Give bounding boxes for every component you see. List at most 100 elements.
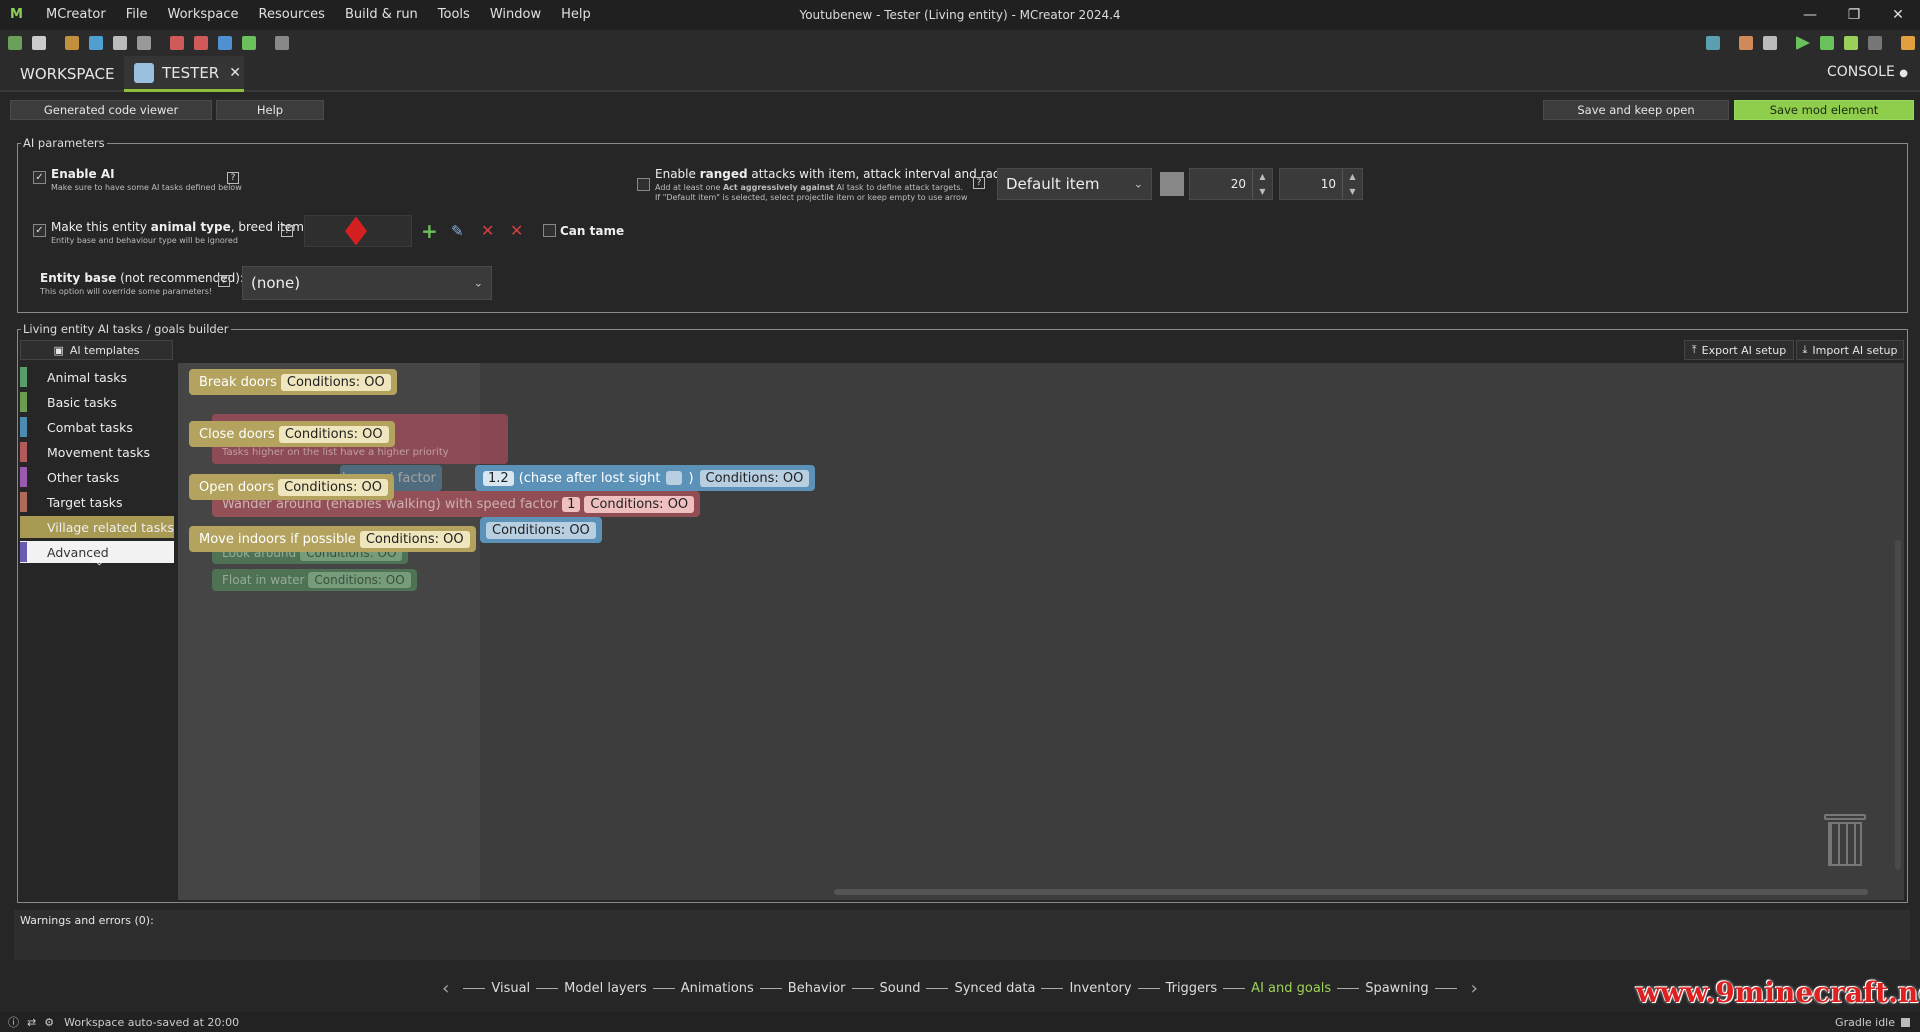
attack-radius-spinner[interactable]: 10 ▲ ▼ — [1279, 168, 1363, 200]
nav-inventory[interactable]: Inventory — [1069, 981, 1131, 996]
chase-checkbox[interactable] — [666, 471, 683, 485]
ranged-attack-checkbox[interactable] — [637, 178, 650, 191]
category-combat-tasks[interactable]: Combat tasks — [20, 416, 174, 438]
flyout-close-doors-block[interactable]: Close doors Conditions: OO — [189, 421, 395, 447]
conditions-field[interactable]: Conditions: OO — [699, 469, 810, 487]
minimize-icon[interactable]: — — [1788, 0, 1832, 30]
animal-type-checkbox[interactable]: ✓ — [33, 224, 46, 237]
network-icon[interactable]: ⇄ — [27, 1016, 36, 1029]
console-tab[interactable]: CONSOLE ● — [1827, 64, 1908, 80]
tab-tester[interactable]: TESTER ✕ — [124, 56, 244, 92]
structure-icon[interactable] — [194, 36, 208, 50]
window-icon[interactable] — [32, 36, 46, 50]
tools-icon[interactable] — [275, 36, 289, 50]
menu-file[interactable]: File — [116, 0, 158, 30]
debug-icon[interactable] — [1820, 36, 1834, 50]
nav-next-icon[interactable]: › — [1471, 978, 1478, 999]
nav-animations[interactable]: Animations — [681, 981, 754, 996]
nav-visual[interactable]: Visual — [491, 981, 530, 996]
flyout-open-doors-block[interactable]: Open doors Conditions: OO — [189, 474, 394, 500]
nav-triggers[interactable]: Triggers — [1166, 981, 1218, 996]
conditions-field[interactable]: Conditions: OO — [278, 478, 388, 496]
edit-item-icon[interactable]: ✎ — [451, 222, 464, 240]
stop-icon[interactable] — [1868, 36, 1882, 50]
nav-spawning[interactable]: Spawning — [1365, 981, 1428, 996]
menu-window[interactable]: Window — [480, 0, 551, 30]
spin-up-icon[interactable]: ▲ — [1259, 172, 1265, 181]
animation-icon[interactable] — [218, 36, 232, 50]
conditions-field[interactable]: Conditions: OO — [584, 495, 695, 513]
nav-sound[interactable]: Sound — [880, 981, 921, 996]
workspace-icon[interactable] — [8, 36, 22, 50]
category-target-tasks[interactable]: Target tasks — [20, 491, 174, 513]
attack-interval-spinner[interactable]: 20 ▲ ▼ — [1189, 168, 1273, 200]
enable-ai-checkbox[interactable]: ✓ — [33, 171, 46, 184]
flyout-move-indoors-block[interactable]: Move indoors if possible Conditions: OO — [189, 526, 476, 552]
combat-block[interactable]: Conditions: OO — [480, 517, 602, 543]
regen-icon[interactable] — [1739, 36, 1753, 50]
horizontal-scrollbar[interactable] — [834, 889, 1868, 895]
run-client-icon[interactable] — [1796, 36, 1810, 50]
nav-behavior[interactable]: Behavior — [788, 981, 846, 996]
build-icon[interactable] — [1763, 36, 1777, 50]
spin-up-icon[interactable]: ▲ — [1349, 172, 1355, 181]
category-other-tasks[interactable]: Other tasks — [20, 466, 174, 488]
help-question-icon[interactable]: ? — [227, 172, 239, 184]
conditions-field[interactable]: Conditions: OO — [486, 521, 596, 539]
save-keep-open-button[interactable]: Save and keep open — [1543, 100, 1729, 120]
gradle-stop-icon[interactable] — [1901, 1017, 1910, 1027]
close-tab-icon[interactable]: ✕ — [229, 65, 241, 81]
category-basic-tasks[interactable]: Basic tasks — [20, 391, 174, 413]
help-question-icon[interactable]: ? — [973, 177, 985, 189]
restore-icon[interactable]: ❐ — [1832, 0, 1876, 30]
run-server-icon[interactable] — [1844, 36, 1858, 50]
nav-synced-data[interactable]: Synced data — [954, 981, 1035, 996]
settings-icon[interactable]: ⚙ — [44, 1016, 54, 1029]
conditions-field[interactable]: Conditions: OO — [359, 530, 470, 548]
menu-resources[interactable]: Resources — [249, 0, 335, 30]
spin-down-icon[interactable]: ▼ — [1349, 187, 1355, 196]
nav-prev-icon[interactable]: ‹ — [442, 978, 449, 999]
code-viewer-button[interactable]: Generated code viewer — [10, 100, 212, 120]
flyout-break-doors-block[interactable]: Break doors Conditions: OO — [189, 369, 397, 395]
menu-build-run[interactable]: Build & run — [335, 0, 428, 30]
nav-ai-goals[interactable]: AI and goals — [1251, 981, 1331, 996]
import-ai-button[interactable]: ⤓ Import AI setup — [1796, 340, 1904, 360]
help-button[interactable]: Help — [216, 100, 324, 120]
menu-workspace[interactable]: Workspace — [157, 0, 248, 30]
gui-icon[interactable] — [170, 36, 184, 50]
wander-speed-field[interactable]: 1 — [562, 496, 581, 512]
add-item-icon[interactable]: + — [421, 219, 438, 243]
refresh-icon[interactable] — [89, 36, 103, 50]
conditions-field[interactable]: Conditions: OO — [280, 373, 391, 391]
tab-workspace[interactable]: WORKSPACE — [10, 56, 124, 92]
save-mod-element-button[interactable]: Save mod element — [1734, 100, 1914, 120]
import-icon[interactable] — [65, 36, 79, 50]
item-preview[interactable] — [1160, 172, 1184, 196]
export-ai-button[interactable]: ⤒ Export AI setup — [1684, 340, 1794, 360]
chase-block[interactable]: 1.2 (chase after lost sight ) Conditions… — [475, 465, 816, 491]
tag-icon[interactable] — [242, 36, 256, 50]
conditions-field[interactable]: Conditions: OO — [308, 572, 411, 588]
ranged-item-select[interactable]: Default item ⌄ — [997, 168, 1152, 200]
entity-base-select[interactable]: (none) ⌄ — [242, 266, 492, 300]
menu-tools[interactable]: Tools — [428, 0, 480, 30]
menu-help[interactable]: Help — [551, 0, 601, 30]
info-icon[interactable]: ⓘ — [8, 1014, 19, 1030]
conditions-field[interactable]: Conditions: OO — [278, 425, 389, 443]
ai-templates-button[interactable]: ▣ AI templates — [20, 340, 173, 360]
category-animal-tasks[interactable]: Animal tasks — [20, 366, 174, 388]
spin-down-icon[interactable]: ▼ — [1259, 187, 1265, 196]
speed-factor-field[interactable]: 1.2 — [483, 470, 514, 486]
model-icon[interactable] — [137, 36, 151, 50]
trash-icon[interactable] — [1824, 814, 1866, 866]
can-tame-checkbox[interactable] — [543, 224, 556, 237]
float-water-block[interactable]: Float in water Conditions: OO — [212, 569, 417, 591]
help-question-icon[interactable]: ? — [281, 225, 293, 237]
close-window-icon[interactable]: ✕ — [1876, 0, 1920, 30]
nav-model-layers[interactable]: Model layers — [564, 981, 647, 996]
folder-icon[interactable] — [1706, 36, 1720, 50]
category-village-tasks[interactable]: Village related tasks — [20, 516, 174, 538]
breed-items-list[interactable] — [304, 215, 412, 247]
menu-mcreator[interactable]: MCreator — [36, 0, 116, 30]
